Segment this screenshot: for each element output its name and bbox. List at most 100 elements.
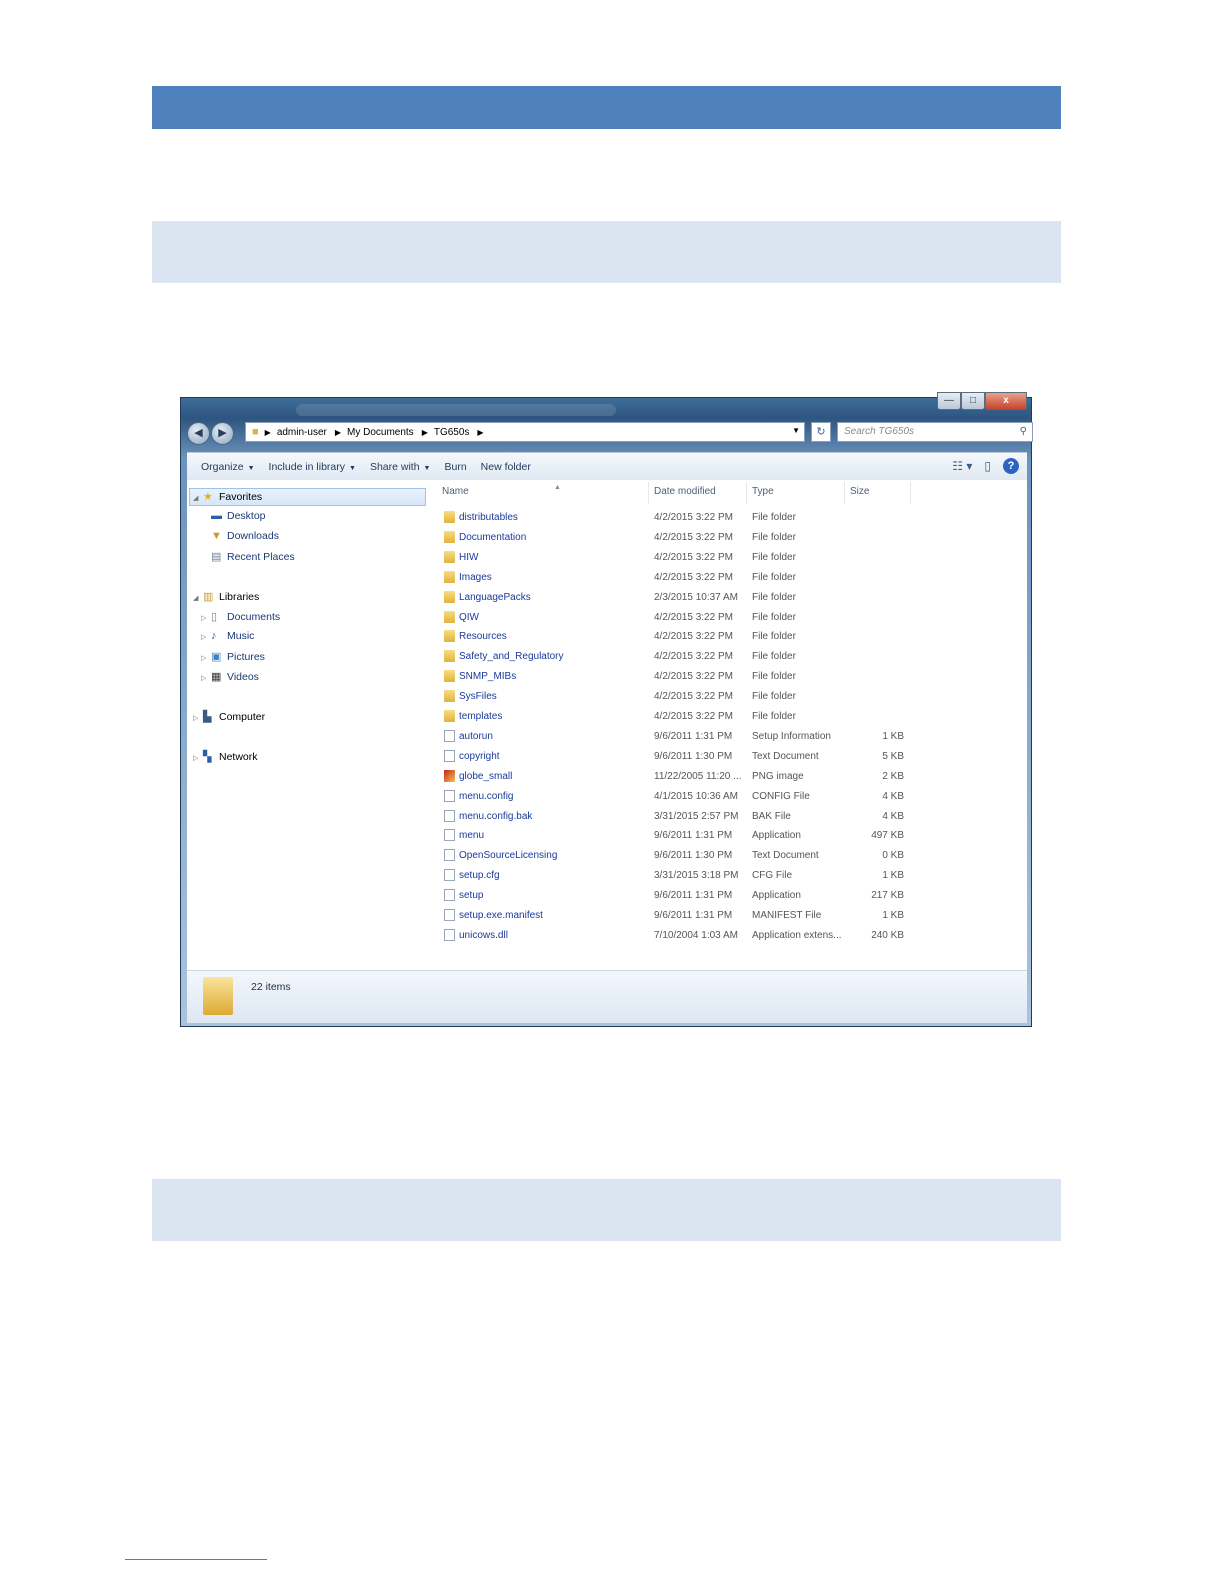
column-separator[interactable]: [648, 482, 649, 504]
file-row[interactable]: distributables 4/2/2015 3:22 PM File folde…: [428, 508, 1027, 528]
file-row[interactable]: autorun 9/6/2011 1:31 PM Setup Information…: [428, 727, 1027, 747]
column-header-type[interactable]: Type: [752, 486, 774, 504]
file-row[interactable]: setup 9/6/2011 1:31 PM Application 217 KB: [428, 886, 1027, 906]
file-date: 4/2/2015 3:22 PM: [654, 611, 733, 623]
nav-videos[interactable]: ▷ ▦ Videos: [201, 670, 259, 683]
view-controls: ☷ ▾ ▯ ?: [940, 458, 1019, 474]
file-row[interactable]: SysFiles 4/2/2015 3:22 PM File folder: [428, 687, 1027, 707]
breadcrumb-admin-user[interactable]: admin-user: [277, 427, 327, 438]
burn-button[interactable]: Burn: [444, 461, 466, 473]
column-header-size[interactable]: Size: [850, 486, 869, 504]
file-name: Safety_and_Regulatory: [459, 651, 564, 663]
folder-icon: [444, 530, 455, 543]
preview-pane-icon[interactable]: ▯: [984, 459, 991, 473]
refresh-button[interactable]: ↻: [811, 422, 831, 442]
collapse-arrow-icon[interactable]: ▷: [201, 614, 211, 622]
nav-pictures[interactable]: ▷ ▣ Pictures: [201, 650, 265, 663]
nav-documents-label: Documents: [227, 611, 281, 623]
file-date: 9/6/2011 1:31 PM: [654, 890, 733, 902]
new-folder-button[interactable]: New folder: [481, 461, 531, 473]
column-separator[interactable]: [746, 482, 747, 504]
file-size: 2 KB: [882, 770, 904, 782]
include-in-library-button[interactable]: Include in library ▼: [269, 461, 356, 473]
file-row[interactable]: QIW 4/2/2015 3:22 PM File folder: [428, 608, 1027, 628]
file-type: MANIFEST File: [752, 910, 822, 921]
file-date: 4/1/2015 10:36 AM: [654, 790, 738, 802]
column-header-date[interactable]: Date modified: [654, 486, 716, 504]
file-name: menu.config: [459, 790, 514, 802]
nav-documents[interactable]: ▷ ▯ Documents: [201, 610, 280, 623]
file-date: 9/6/2011 1:30 PM: [654, 750, 733, 762]
search-placeholder: Search TG650s: [844, 426, 915, 437]
close-button[interactable]: x: [985, 392, 1027, 410]
nav-network-label: Network: [219, 751, 258, 763]
forward-button[interactable]: ▶: [211, 422, 234, 445]
file-row[interactable]: menu.config 4/1/2015 10:36 AM CONFIG File 4…: [428, 787, 1027, 807]
file-row[interactable]: setup.cfg 3/31/2015 3:18 PM CFG File 1 KB: [428, 866, 1027, 886]
nav-computer-label: Computer: [219, 711, 266, 723]
file-row[interactable]: OpenSourceLicensing 9/6/2011 1:30 PM Text …: [428, 846, 1027, 866]
maximize-button[interactable]: □: [961, 392, 985, 410]
file-row[interactable]: Resources 4/2/2015 3:22 PM File folder: [428, 627, 1027, 647]
search-icon[interactable]: ⚲: [1020, 423, 1027, 441]
file-row[interactable]: setup.exe.manifest 9/6/2011 1:31 PM MANIFE…: [428, 906, 1027, 926]
collapse-arrow-icon[interactable]: ▷: [201, 654, 211, 662]
folder-icon: [444, 710, 455, 722]
folder-icon: ■: [252, 426, 259, 438]
file-row[interactable]: unicows.dll 7/10/2004 1:03 AM Application …: [428, 926, 1027, 946]
organize-button[interactable]: Organize ▼: [201, 461, 255, 473]
folder-icon: [444, 550, 455, 563]
search-input[interactable]: Search TG650s ⚲: [837, 422, 1033, 442]
nav-favorites[interactable]: ◢ ★ Favorites: [193, 490, 262, 503]
file-type: File folder: [752, 631, 796, 643]
collapse-arrow-icon[interactable]: ▷: [201, 674, 211, 682]
minimize-button[interactable]: —: [937, 392, 961, 410]
file-name: Documentation: [459, 531, 527, 543]
image-file-icon: [444, 769, 455, 782]
file-row[interactable]: Documentation 4/2/2015 3:22 PM File folder: [428, 528, 1027, 548]
nav-downloads[interactable]: ▼ Downloads: [211, 530, 279, 542]
header-band: [152, 86, 1061, 129]
file-row[interactable]: copyright 9/6/2011 1:30 PM Text Document 5 …: [428, 747, 1027, 767]
file-row[interactable]: menu.config.bak 3/31/2015 2:57 PM BAK File…: [428, 807, 1027, 827]
collapse-arrow-icon[interactable]: ▷: [201, 633, 211, 641]
file-row[interactable]: LanguagePacks 2/3/2015 10:37 AM File folde…: [428, 588, 1027, 608]
nav-libraries[interactable]: ◢ ▥ Libraries: [193, 590, 259, 603]
chevron-down-icon: ▼: [247, 465, 255, 472]
nav-network[interactable]: ▷ ▚ Network: [193, 750, 258, 763]
chevron-down-icon[interactable]: ▼: [792, 426, 800, 435]
folder-icon: [444, 511, 455, 523]
collapse-arrow-icon[interactable]: ▷: [193, 714, 203, 722]
file-name: SNMP_MIBs: [459, 671, 517, 683]
help-icon[interactable]: ?: [1003, 458, 1019, 474]
file-row[interactable]: Safety_and_Regulatory 4/2/2015 3:22 PM Fil…: [428, 647, 1027, 667]
file-size: 1 KB: [882, 730, 904, 742]
column-separator[interactable]: [844, 482, 845, 504]
view-options-icon[interactable]: ☷ ▾: [952, 459, 972, 473]
nav-pictures-label: Pictures: [227, 651, 265, 663]
breadcrumb-tg650s[interactable]: TG650s: [434, 427, 470, 438]
nav-music[interactable]: ▷ ♪ Music: [201, 630, 254, 642]
collapse-arrow-icon[interactable]: ▷: [193, 754, 203, 762]
nav-recent-places[interactable]: ▤ Recent Places: [211, 550, 295, 563]
chevron-right-icon: ▶: [477, 427, 484, 437]
nav-desktop[interactable]: ▬ Desktop: [211, 510, 266, 522]
address-bar[interactable]: ■ ▶ admin-user ▶ My Documents ▶ TG650s ▶…: [245, 422, 805, 442]
application-icon: [444, 889, 455, 902]
recent-places-icon: ▤: [211, 551, 222, 563]
file-row[interactable]: globe_small 11/22/2005 11:20 ... PNG image…: [428, 767, 1027, 787]
expand-arrow-icon[interactable]: ◢: [193, 494, 203, 502]
column-separator[interactable]: [910, 482, 911, 504]
file-name: setup.cfg: [459, 870, 500, 882]
file-row[interactable]: SNMP_MIBs 4/2/2015 3:22 PM File folder: [428, 667, 1027, 687]
file-row[interactable]: Images 4/2/2015 3:22 PM File folder: [428, 568, 1027, 588]
file-row[interactable]: menu 9/6/2011 1:31 PM Application 497 KB: [428, 826, 1027, 846]
file-row[interactable]: HIW 4/2/2015 3:22 PM File folder: [428, 548, 1027, 568]
nav-computer[interactable]: ▷ ▙ Computer: [193, 710, 265, 723]
breadcrumb-my-documents[interactable]: My Documents: [347, 427, 414, 438]
expand-arrow-icon[interactable]: ◢: [193, 594, 203, 602]
file-row[interactable]: templates 4/2/2015 3:22 PM File folder: [428, 707, 1027, 727]
column-header-name[interactable]: Name ▲: [442, 484, 561, 504]
back-button[interactable]: ◀: [187, 422, 210, 445]
share-with-button[interactable]: Share with ▼: [370, 461, 431, 473]
